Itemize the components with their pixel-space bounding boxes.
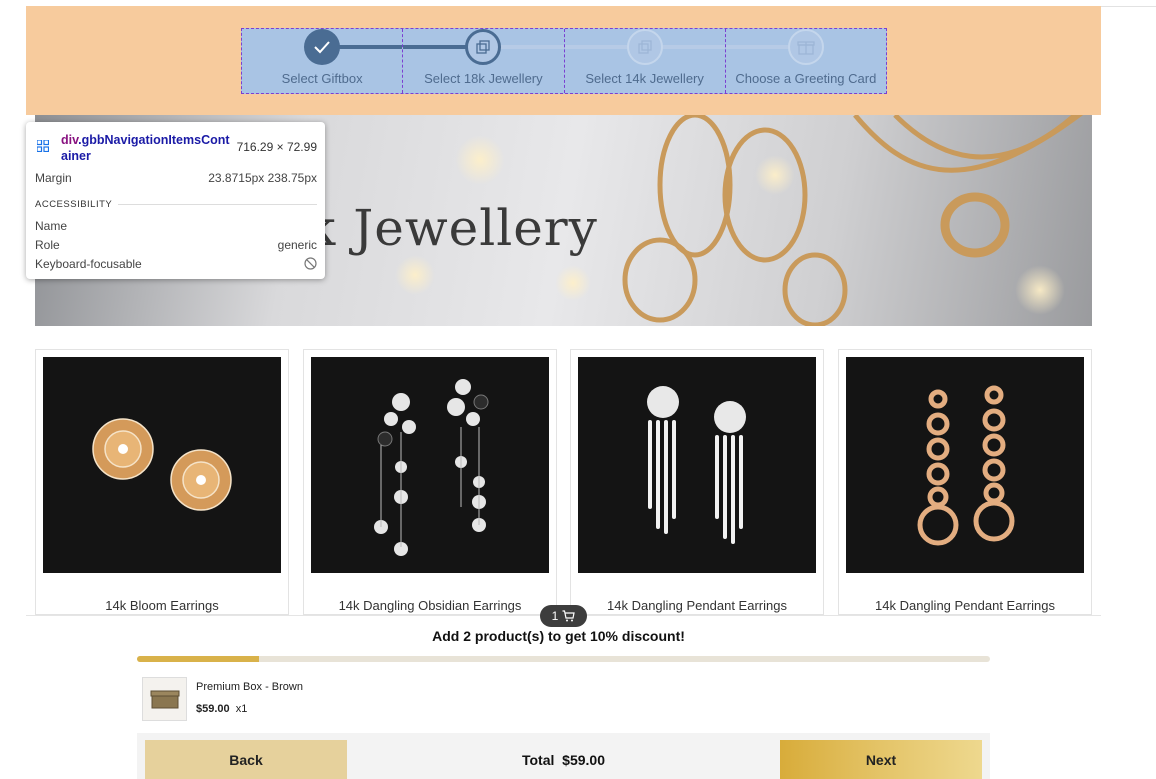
step-label: Select 18k Jewellery (424, 71, 543, 86)
inspector-name-row: Name (35, 219, 317, 233)
product-image[interactable] (311, 357, 549, 573)
discount-message: Add 2 product(s) to get 10% discount! (432, 628, 685, 644)
pendant-earrings-image (647, 386, 746, 544)
product-card[interactable]: 14k Dangling Pendant Earrings (570, 349, 824, 615)
inspector-focusable-row: Keyboard-focusable (35, 257, 317, 271)
stack-icon (476, 40, 491, 54)
product-card[interactable]: 14k Dangling Obsidian Earrings (303, 349, 557, 615)
product-name[interactable]: 14k Dangling Pendant Earrings (839, 598, 1091, 613)
divider (118, 204, 317, 205)
inspector-margin-row: Margin 23.8715px 238.75px (35, 171, 317, 185)
navigation-items-container: Select Giftbox Select 18k Jewellery Sele… (241, 28, 887, 94)
product-card[interactable]: 14k Bloom Earrings (35, 349, 289, 615)
step-label: Select Giftbox (281, 71, 363, 86)
step-label: Select 14k Jewellery (585, 71, 704, 86)
step-select-18k-jewellery[interactable]: Select 18k Jewellery (403, 29, 565, 93)
inspector-role-label: Role (35, 238, 60, 252)
inspector-tag: div (61, 133, 79, 147)
cart-icon (562, 610, 576, 622)
inspector-element-name: div.gbbNavigationItemsContainer (61, 132, 231, 164)
bloom-earrings-image (92, 418, 232, 511)
cart-count: 1 (551, 609, 559, 623)
product-image[interactable] (578, 357, 816, 573)
inspector-section-title: ACCESSIBILITY (35, 199, 113, 210)
step-select-giftbox[interactable]: Select Giftbox (242, 29, 404, 93)
inspector-focusable-label: Keyboard-focusable (35, 257, 142, 271)
selected-box-price: $59.00 x1 (196, 703, 247, 715)
product-name[interactable]: 14k Dangling Pendant Earrings (571, 598, 823, 613)
not-allowed-icon (304, 257, 317, 270)
product-name[interactable]: 14k Bloom Earrings (36, 598, 288, 613)
step-circle-done (304, 29, 341, 65)
inspector-margin-label: Margin (35, 171, 72, 185)
inspector-class: .gbbNavigationItemsContainer (61, 133, 230, 163)
order-total: Total $59.00 (347, 752, 780, 768)
step-circle-todo (626, 29, 663, 65)
product-image[interactable] (43, 357, 281, 573)
gift-icon (797, 41, 815, 55)
rose-gold-earrings-image (917, 385, 1015, 546)
step-circle-todo (787, 29, 824, 65)
grid-icon (37, 140, 49, 152)
back-button[interactable]: Back (145, 740, 347, 779)
total-label: Total (521, 752, 555, 768)
step-choose-greeting-card[interactable]: Choose a Greeting Card (725, 29, 886, 93)
stack-icon (637, 40, 652, 54)
inspector-tooltip: div.gbbNavigationItemsContainer 716.29 ×… (26, 122, 325, 279)
box-price-value: $59.00 (196, 703, 230, 715)
total-value: $59.00 (562, 752, 605, 768)
product-card[interactable]: 14k Dangling Pendant Earrings (838, 349, 1092, 615)
inspector-dimensions: 716.29 × 72.99 (236, 140, 317, 154)
inspector-role-row: Role generic (35, 238, 317, 252)
discount-progress-bar (137, 656, 990, 662)
step-label: Choose a Greeting Card (735, 71, 877, 86)
step-select-14k-jewellery[interactable]: Select 14k Jewellery (564, 29, 726, 93)
cart-toggle[interactable]: 1 (540, 605, 587, 627)
gift-box-image (150, 690, 179, 709)
box-quantity: x1 (235, 703, 248, 715)
inspector-margin-value: 23.8715px 238.75px (208, 171, 317, 185)
divider (1101, 6, 1156, 7)
product-name[interactable]: 14k Dangling Obsidian Earrings (304, 598, 556, 613)
product-image[interactable] (846, 357, 1084, 573)
next-button[interactable]: Next (780, 740, 982, 779)
inspector-role-value: generic (277, 238, 317, 252)
inspector-name-label: Name (35, 219, 68, 233)
obsidian-earrings-image (374, 379, 489, 556)
progress-fill (137, 656, 259, 662)
selected-box-name: Premium Box - Brown (196, 681, 303, 693)
selected-box-thumbnail (142, 677, 187, 721)
page: Select Giftbox Select 18k Jewellery Sele… (0, 0, 1156, 779)
check-icon (314, 41, 330, 54)
step-circle-active (465, 29, 502, 65)
